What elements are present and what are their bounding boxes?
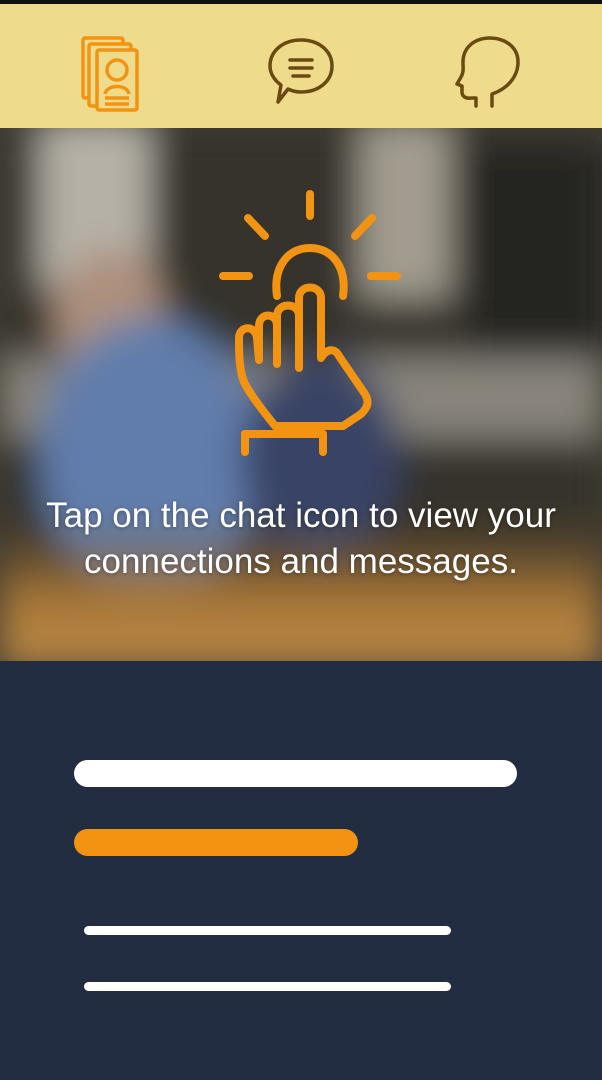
tab-profile[interactable]: [452, 34, 522, 118]
tab-chat[interactable]: [266, 34, 336, 118]
hint-text: Tap on the chat icon to view your connec…: [46, 496, 556, 581]
placeholder-bar-white: [74, 760, 517, 787]
tab-profile-cards[interactable]: [75, 34, 145, 118]
placeholder-line-thin: [84, 926, 451, 935]
placeholder-line-thin: [84, 982, 451, 991]
top-tab-bar: [0, 4, 602, 128]
tap-finger-icon: [219, 190, 401, 456]
head-profile-icon: [455, 36, 520, 108]
hero-background: Tap on the chat icon to view your connec…: [0, 128, 602, 661]
placeholder-bar-orange: [74, 829, 358, 856]
profile-cards-icon: [81, 36, 139, 112]
chat-bubble-icon: [268, 38, 334, 104]
